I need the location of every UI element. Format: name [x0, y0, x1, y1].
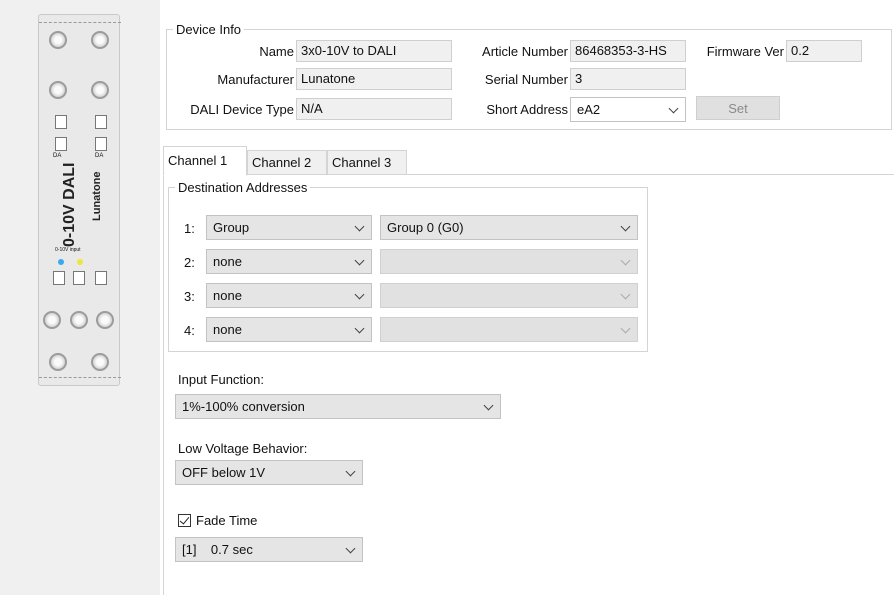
led-icon [58, 259, 64, 265]
screw-icon [91, 81, 109, 99]
screw-icon [70, 311, 88, 329]
tab-channel-1[interactable]: Channel 1 [163, 146, 247, 176]
device-image: DA DA 0-10V DALI Lunatone 0-10V input [38, 14, 121, 386]
device-brand-text: Lunatone [91, 171, 103, 222]
manufacturer-field[interactable]: Lunatone [296, 68, 452, 90]
device-small-text: 0-10V input [55, 247, 81, 253]
led-icon [77, 259, 83, 265]
chevron-down-icon [354, 221, 365, 232]
chevron-down-icon [345, 466, 356, 477]
fade-time-value: [1] 0.7 sec [182, 542, 253, 557]
chevron-down-icon [354, 289, 365, 300]
din-rail-top [39, 15, 121, 23]
manufacturer-label: Manufacturer [217, 72, 294, 87]
fade-time-checkbox[interactable] [178, 514, 191, 527]
terminal-icon [95, 271, 107, 285]
low-voltage-label: Low Voltage Behavior: [178, 441, 308, 456]
serial-number-field[interactable]: 3 [570, 68, 686, 90]
dali-type-field[interactable]: N/A [296, 98, 452, 120]
row-number: 1: [184, 221, 195, 236]
short-address-select[interactable]: eA2 [570, 97, 686, 122]
destination-target-select[interactable] [380, 317, 638, 342]
screw-icon [49, 353, 67, 371]
screw-icon [96, 311, 114, 329]
firmware-field[interactable]: 0.2 [786, 40, 862, 62]
terminal-icon [55, 115, 67, 129]
terminal-label: DA [53, 153, 62, 159]
destination-addresses-legend: Destination Addresses [178, 180, 308, 195]
device-model-text: 0-10V DALI [61, 162, 78, 247]
destination-target-select[interactable] [380, 283, 638, 308]
fade-time-select[interactable]: [1] 0.7 sec [175, 537, 363, 562]
input-function-select[interactable]: 1%-100% conversion [175, 394, 501, 419]
destination-type-value: Group [213, 220, 250, 235]
terminal-icon [95, 115, 107, 129]
chevron-down-icon [620, 289, 631, 300]
terminal-icon [73, 271, 85, 285]
chevron-down-icon [668, 103, 679, 114]
chevron-down-icon [620, 221, 631, 232]
terminal-icon [53, 271, 65, 285]
screw-icon [49, 81, 67, 99]
device-info-legend: Device Info [176, 22, 242, 37]
row-number: 2: [184, 255, 195, 270]
screw-icon [43, 311, 61, 329]
terminal-icon [95, 137, 107, 151]
tab-channel-3[interactable]: Channel 3 [327, 150, 407, 174]
screw-icon [91, 353, 109, 371]
input-function-value: 1%-100% conversion [182, 399, 305, 414]
destination-type-select[interactable]: Group [206, 215, 372, 240]
screw-icon [49, 31, 67, 49]
terminal-label: DA [95, 153, 104, 159]
short-address-label: Short Address [486, 102, 568, 117]
destination-type-value: none [213, 322, 242, 337]
destination-type-value: none [213, 288, 242, 303]
set-button[interactable]: Set [696, 96, 780, 120]
row-number: 4: [184, 323, 195, 338]
name-field[interactable]: 3x0-10V to DALI [296, 40, 452, 62]
serial-number-label: Serial Number [484, 72, 568, 87]
terminal-icon [55, 137, 67, 151]
destination-target-select[interactable]: Group 0 (G0) [380, 215, 638, 240]
fade-time-label: Fade Time [196, 513, 258, 528]
chevron-down-icon [620, 323, 631, 334]
low-voltage-select[interactable]: OFF below 1V [175, 460, 363, 485]
short-address-value: eA2 [577, 102, 601, 117]
destination-type-select[interactable]: none [206, 317, 372, 342]
low-voltage-value: OFF below 1V [182, 465, 266, 480]
input-function-label: Input Function: [178, 372, 264, 387]
chevron-down-icon [483, 400, 494, 411]
tab-channel-2[interactable]: Channel 2 [247, 150, 327, 174]
firmware-label: Firmware Ver [706, 44, 784, 59]
screw-icon [91, 31, 109, 49]
article-number-label: Article Number [482, 44, 568, 59]
chevron-down-icon [345, 543, 356, 554]
destination-type-select[interactable]: none [206, 249, 372, 274]
destination-type-select[interactable]: none [206, 283, 372, 308]
chevron-down-icon [620, 255, 631, 266]
chevron-down-icon [354, 255, 365, 266]
destination-type-value: none [213, 254, 242, 269]
din-rail-bottom [39, 377, 121, 385]
dali-type-label: DALI Device Type [190, 102, 294, 117]
row-number: 3: [184, 289, 195, 304]
article-number-field[interactable]: 86468353-3-HS [570, 40, 686, 62]
name-label: Name [259, 44, 294, 59]
destination-target-select[interactable] [380, 249, 638, 274]
destination-target-value: Group 0 (G0) [387, 220, 464, 235]
chevron-down-icon [354, 323, 365, 334]
